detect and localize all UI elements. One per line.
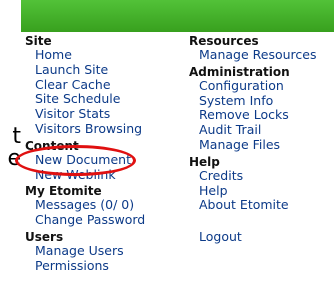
menu-item-clear-cache[interactable]: Clear Cache [25,77,185,93]
menu-item-change-password[interactable]: Change Password [25,212,185,228]
menu-item-new-document[interactable]: New Document [25,152,185,168]
menu-item-site-schedule[interactable]: Site Schedule [25,92,185,107]
menu-item-launch-site[interactable]: Launch Site [25,62,185,78]
menu-item-manage-files[interactable]: Manage Files [189,137,334,153]
menu-item-configuration[interactable]: Configuration [189,78,334,94]
group-heading: Content [25,138,79,153]
menu-item-manage-users[interactable]: Manage Users [25,243,185,259]
menu-item-about-etomite[interactable]: About Etomite [189,198,334,213]
menu-group-administration: Administration Configuration System Info… [189,64,334,153]
menu-item-manage-resources[interactable]: Manage Resources [189,47,334,63]
menu-group-my-etomite: My Etomite Messages (0/ 0) Change Passwo… [25,185,185,228]
group-heading: Administration [189,64,290,79]
right-column: Resources Manage Resources Administratio… [189,35,334,248]
menu-item-system-info[interactable]: System Info [189,93,334,109]
menu-group-help: Help Credits Help About Etomite [189,154,334,213]
menu-item-permissions[interactable]: Permissions [25,258,185,274]
menu-item-home[interactable]: Home [25,47,185,63]
menu-item-help[interactable]: Help [189,183,334,199]
menu-item-visitor-stats[interactable]: Visitor Stats [25,106,185,122]
main-menu: Site Home Launch Site Clear Cache Site S… [21,32,334,293]
menu-group-content: Content New Document New Weblink [25,138,185,183]
menu-item-messages[interactable]: Messages (0/ 0) [25,198,185,213]
partial-side-text: e [7,148,21,170]
menu-group-resources: Resources Manage Resources [189,35,334,63]
menu-group-site: Site Home Launch Site Clear Cache Site S… [25,35,185,137]
partial-side-text: t [12,126,21,148]
left-column: Site Home Launch Site Clear Cache Site S… [25,35,185,277]
menu-item-remove-locks[interactable]: Remove Locks [189,108,334,123]
menu-group-users: Users Manage Users Permissions [25,230,185,274]
menu-item-logout[interactable]: Logout [189,229,334,245]
menu-item-new-weblink[interactable]: New Weblink [25,167,185,183]
menu-item-visitors-browsing[interactable]: Visitors Browsing [25,121,185,137]
menu-item-credits[interactable]: Credits [189,168,334,184]
menu-item-audit-trail[interactable]: Audit Trail [189,122,334,138]
menu-group-logout: Logout [189,229,334,245]
group-heading: Help [189,154,220,169]
header-bar [21,0,334,32]
